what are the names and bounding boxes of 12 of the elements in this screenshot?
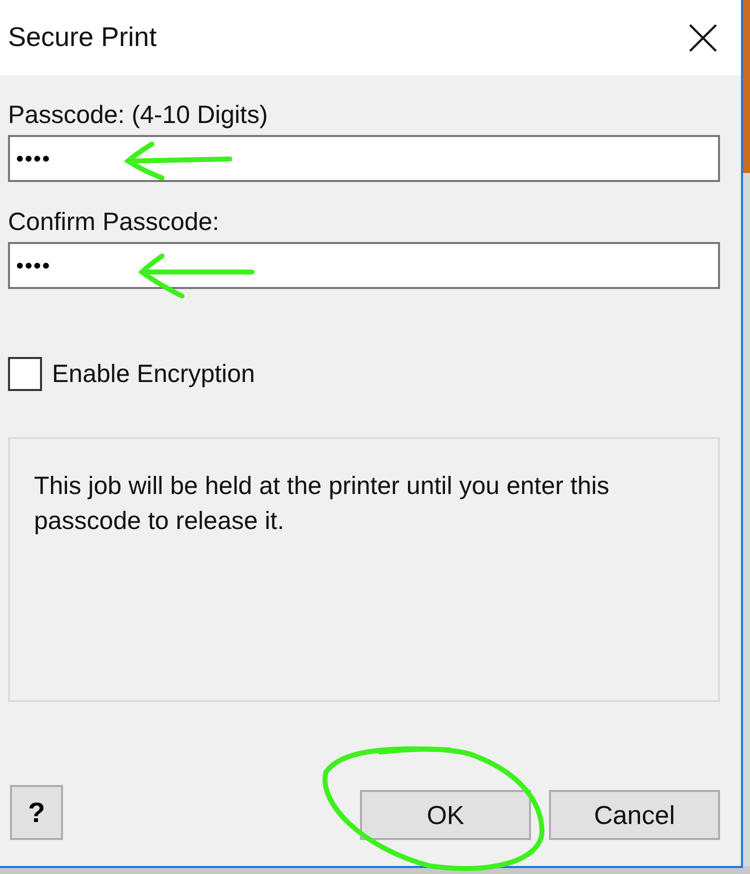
field-label: Passcode: (4-10 Digits) bbox=[8, 100, 269, 131]
encryption-checkbox[interactable] bbox=[8, 357, 42, 391]
ok-button[interactable]: OK bbox=[360, 790, 531, 840]
checkbox-label[interactable]: Enable Encryption bbox=[52, 360, 255, 388]
info-text: This job will be held at the printer until you enter this passcode to release it. bbox=[34, 471, 610, 537]
passcode-field[interactable]: •••• bbox=[8, 242, 720, 289]
cancel-button[interactable]: Cancel bbox=[549, 790, 720, 840]
field-label: Confirm Passcode: bbox=[8, 207, 220, 238]
window-title: Secure Print bbox=[8, 22, 157, 53]
close-icon[interactable] bbox=[689, 24, 717, 52]
passcode-field[interactable]: •••• bbox=[8, 135, 720, 182]
help-button[interactable]: ? bbox=[10, 785, 63, 840]
